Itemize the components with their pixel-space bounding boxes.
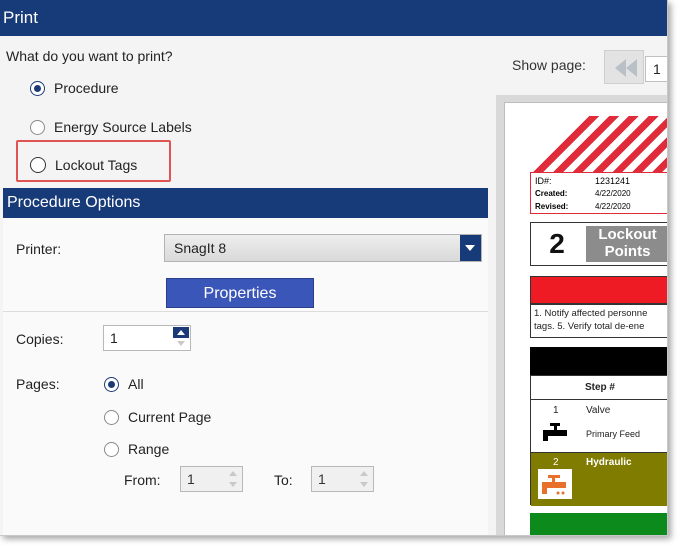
copies-value: 1 [110, 330, 118, 346]
doc-revised-label: Revised: [535, 202, 569, 211]
radio-lockout-tags[interactable]: Lockout Tags [30, 157, 137, 173]
doc-created-label: Created: [535, 189, 568, 198]
range-from-value: 1 [187, 471, 195, 487]
decrement-icon[interactable] [225, 479, 241, 490]
range-to-stepper[interactable]: 1 [311, 466, 374, 492]
lockout-count: 2 [531, 223, 583, 265]
step-number: 1 [553, 405, 559, 416]
first-page-button[interactable] [604, 50, 644, 84]
lockout-points-box: 2 Lockout Points [530, 222, 667, 266]
step-name: Valve [586, 405, 611, 416]
radio-pages-range-indicator[interactable] [104, 441, 119, 457]
radio-pages-all[interactable]: All [104, 376, 144, 392]
printer-select-value: SnagIt 8 [174, 240, 227, 256]
printer-select[interactable]: SnagIt 8 [164, 234, 482, 262]
doc-revised-value: 4/22/2020 [595, 202, 631, 211]
radio-lockout-tags-label: Lockout Tags [55, 157, 138, 173]
radio-energy-source-labels[interactable]: Energy Source Labels [30, 119, 192, 135]
increment-icon[interactable] [356, 468, 372, 479]
pages-label: Pages: [16, 376, 60, 392]
radio-lockout-tags-indicator[interactable] [30, 157, 46, 173]
step-header: Step # [531, 376, 667, 400]
range-to-value: 1 [318, 471, 326, 487]
decrement-icon[interactable] [173, 338, 189, 349]
lockout-title-line2: Points [604, 243, 651, 260]
stripes-corner [530, 116, 586, 172]
step-row: 2 Hydraulic [531, 453, 667, 506]
chevron-down-icon[interactable] [460, 235, 481, 261]
copies-label: Copies: [16, 331, 64, 347]
dialog-title: Print [0, 0, 667, 36]
print-dialog: Print What do you want to print? Procedu… [0, 0, 668, 536]
doc-id-box: ID#: 1231241 Created: 4/22/2020 Revised:… [530, 172, 667, 214]
decrement-icon[interactable] [356, 479, 372, 490]
copies-stepper-buttons[interactable] [172, 326, 190, 350]
radio-pages-range-label: Range [128, 441, 170, 457]
range-from-stepper[interactable]: 1 [180, 466, 243, 492]
radio-pages-current-indicator[interactable] [104, 409, 119, 425]
doc-steps-table: Step # 1 Valve Primary Feed 2 Hydraulic [530, 375, 667, 506]
radio-pages-current-label: Current Page [128, 409, 212, 425]
radio-energy-source-labels-label: Energy Source Labels [54, 119, 192, 135]
radio-pages-range[interactable]: Range [104, 441, 169, 457]
from-label: From: [124, 472, 161, 488]
step-row: 1 Valve Primary Feed [531, 401, 667, 453]
radio-energy-source-labels-indicator[interactable] [30, 119, 45, 135]
rewind-icon [615, 59, 637, 77]
page-number-input[interactable]: 1 [645, 56, 667, 82]
printer-label: Printer: [16, 241, 62, 257]
radio-procedure[interactable]: Procedure [30, 80, 119, 96]
to-label: To: [274, 472, 293, 488]
radio-procedure-indicator[interactable] [30, 80, 45, 96]
procedure-options-panel [3, 218, 488, 535]
doc-id-value: 1231241 [595, 176, 631, 186]
range-to-stepper-buttons[interactable] [355, 467, 373, 491]
lockout-points-title: Lockout Points [586, 226, 667, 262]
radio-pages-current[interactable]: Current Page [104, 409, 211, 425]
step-number: 2 [553, 457, 559, 468]
copies-stepper[interactable]: 1 [103, 325, 191, 351]
step-description: Primary Feed [586, 429, 641, 439]
hydraulic-icon [538, 469, 572, 499]
doc-black-band [530, 347, 667, 375]
radio-pages-all-indicator[interactable] [104, 376, 119, 392]
show-page-label: Show page: [512, 57, 586, 73]
radio-pages-all-label: All [128, 376, 144, 392]
doc-created-value: 4/22/2020 [595, 189, 631, 198]
procedure-options-header: Procedure Options [3, 188, 488, 218]
doc-red-band [530, 276, 667, 304]
increment-icon[interactable] [173, 327, 189, 338]
doc-notes-line1: 1. Notify affected personne [534, 308, 648, 319]
section-divider [3, 311, 488, 312]
lockout-title-line1: Lockout [598, 226, 657, 243]
print-what-question: What do you want to print? [6, 48, 173, 64]
doc-notes-line2: tags. 5. Verify total de-ene [534, 321, 645, 332]
doc-notes: 1. Notify affected personne tags. 5. Ver… [530, 304, 667, 338]
properties-button[interactable]: Properties [166, 278, 314, 308]
step-name: Hydraulic [586, 457, 632, 468]
radio-procedure-label: Procedure [54, 80, 119, 96]
range-from-stepper-buttons[interactable] [224, 467, 242, 491]
doc-green-band [530, 513, 667, 535]
increment-icon[interactable] [225, 468, 241, 479]
valve-icon [543, 423, 567, 441]
doc-id-label: ID#: [535, 176, 552, 186]
